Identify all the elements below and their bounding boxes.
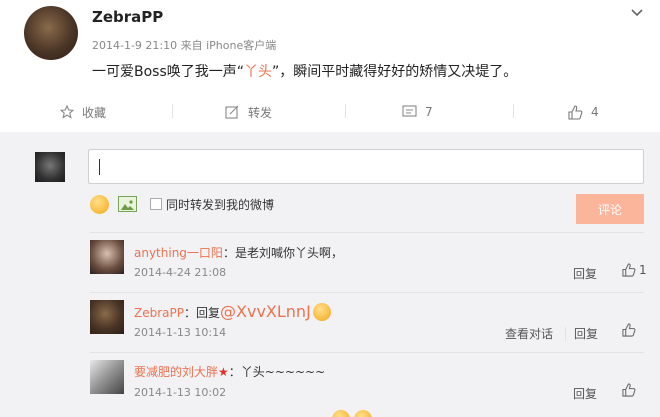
image-icon[interactable]	[118, 196, 137, 212]
reply-button[interactable]: 回复	[573, 385, 597, 402]
author-name[interactable]: ZebraPP	[92, 8, 163, 26]
comment-divider	[90, 292, 644, 293]
comment-separator: ：	[222, 246, 235, 260]
action-divider	[172, 104, 173, 118]
post-content: 一可爱Boss唤了我一声“丫头”，瞬间平时藏得好好的矫情又决堤了。	[92, 61, 517, 81]
vip-star-icon: ★	[218, 365, 229, 379]
action-divider	[345, 104, 346, 118]
comment-divider	[90, 232, 644, 233]
like-count: 4	[591, 105, 599, 119]
text-caret	[99, 159, 100, 175]
comment-body: anything一口阳：是老刘喊你丫头啊，	[134, 242, 343, 261]
commenter-name[interactable]: 要减肥的刘大胖	[134, 365, 218, 379]
sync-repost-checkbox[interactable]	[150, 198, 162, 210]
thumbs-up-icon	[622, 323, 636, 337]
chevron-down-icon[interactable]	[626, 4, 648, 22]
thumbs-up-icon	[622, 383, 636, 397]
current-user-avatar[interactable]	[35, 152, 65, 182]
comment-time: 2014-4-24 21:08	[134, 266, 227, 279]
content-highlight[interactable]: 丫头	[244, 64, 272, 80]
comment-time: 2014-1-13 10:14	[134, 326, 227, 339]
view-conversation-button[interactable]: 查看对话	[505, 325, 553, 342]
comment-icon	[402, 105, 417, 117]
commenter-avatar[interactable]	[90, 240, 124, 274]
commenter-avatar[interactable]	[90, 360, 124, 394]
repost-button[interactable]: 转发	[225, 102, 272, 122]
comment-like-button[interactable]: 1	[622, 263, 647, 277]
comment-body: 要减肥的刘大胖★：丫头~~~~~~	[134, 361, 325, 380]
submit-comment-button[interactable]: 评论	[576, 194, 644, 224]
action-divider	[513, 104, 514, 118]
comment-like-button[interactable]	[622, 383, 636, 397]
favorite-button[interactable]: 收藏	[60, 102, 106, 122]
comment-body: ZebraPP：回复@XvvXLnnJ	[134, 302, 331, 321]
partial-emoji-icon	[354, 410, 372, 417]
like-button[interactable]: 4	[568, 102, 599, 122]
commenter-name[interactable]: ZebraPP	[134, 306, 184, 320]
emoji-icon[interactable]	[90, 195, 109, 214]
weibo-post: ZebraPP 2014-1-9 21:10 来自 iPhone客户端 一可爱B…	[0, 0, 660, 132]
comment-separator: ：	[228, 365, 241, 379]
comment-input[interactable]	[88, 149, 644, 184]
comments-panel: 同时转发到我的微博 评论 anything一口阳：是老刘喊你丫头啊， 2014-…	[0, 132, 660, 417]
comment-text: 丫头~~~~~~	[240, 365, 326, 379]
comment-count: 7	[425, 105, 433, 119]
mention-link[interactable]: @XvvXLnnJ	[220, 302, 311, 321]
repost-icon	[225, 105, 239, 119]
repost-label: 转发	[248, 105, 273, 120]
reply-button[interactable]: 回复	[573, 265, 597, 282]
comment-text: 是老刘喊你丫头啊，	[234, 246, 343, 260]
comment-time: 2014-1-13 10:02	[134, 386, 227, 399]
sync-repost-label: 同时转发到我的微博	[166, 198, 275, 212]
content-suffix: ”，瞬间平时藏得好好的矫情又决堤了。	[272, 64, 518, 80]
comment-divider	[90, 352, 644, 353]
post-actions: 收藏 转发 7 4	[0, 96, 660, 124]
thumbs-up-icon	[622, 263, 636, 277]
comment-button[interactable]: 7	[402, 102, 433, 122]
content-prefix: 一可爱Boss唤了我一声“	[92, 64, 245, 80]
favorite-label: 收藏	[82, 105, 107, 120]
commenter-name[interactable]: anything一口阳	[134, 246, 223, 260]
comment-like-count: 1	[639, 263, 647, 277]
author-avatar[interactable]	[24, 6, 78, 60]
action-divider	[565, 327, 566, 341]
reply-button[interactable]: 回复	[574, 325, 598, 342]
commenter-avatar[interactable]	[90, 300, 124, 334]
comment-separator: ：	[183, 306, 196, 320]
partial-emoji-icon	[332, 410, 350, 417]
star-icon	[60, 105, 74, 119]
reply-prefix: 回复	[196, 306, 221, 320]
post-meta: 2014-1-9 21:10 来自 iPhone客户端	[92, 39, 277, 52]
thumbs-up-icon	[568, 104, 583, 120]
smile-emoji-icon	[312, 303, 331, 321]
comment-like-button[interactable]	[622, 323, 636, 337]
